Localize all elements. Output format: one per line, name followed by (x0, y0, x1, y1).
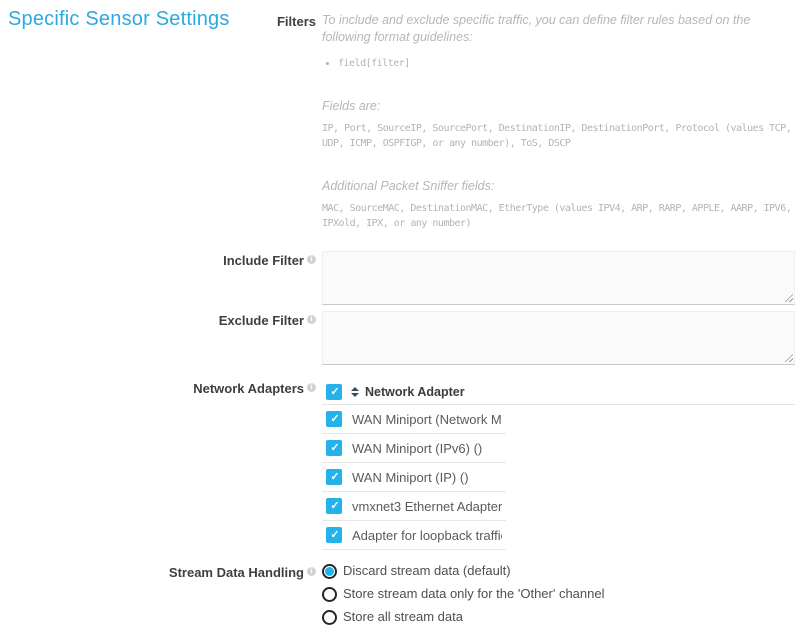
filter-format-list: field[filter] (338, 56, 795, 71)
adapter-checkbox[interactable] (326, 498, 342, 514)
fields-are-label: Fields are: (322, 98, 795, 115)
sort-down-arrow-icon (351, 393, 359, 397)
info-icon[interactable] (307, 255, 316, 264)
filters-help-block: To include and exclude specific traffic,… (322, 12, 795, 231)
adapter-column-header[interactable]: Network Adapter (365, 385, 465, 399)
adapter-table-row: WAN Miniport (Network Monito… (322, 405, 506, 434)
select-all-checkbox[interactable] (326, 384, 342, 400)
adapter-name: WAN Miniport (Network Monito… (352, 412, 502, 427)
network-adapter-table: Network Adapter WAN Miniport (Network Mo… (322, 379, 795, 550)
adapter-checkbox[interactable] (326, 469, 342, 485)
adapter-name: WAN Miniport (IP) () (352, 470, 469, 485)
radio-button-icon[interactable] (322, 587, 337, 602)
radio-store-other-channel[interactable]: Store stream data only for the 'Other' c… (322, 586, 795, 602)
stream-data-handling-label-cell: Stream Data Handling (0, 563, 316, 581)
radio-discard-stream-data[interactable]: Discard stream data (default) (322, 563, 795, 579)
filters-label: Filters (277, 14, 316, 29)
adapter-checkbox[interactable] (326, 440, 342, 456)
sensor-settings-page: Specific Sensor Settings Filters To incl… (0, 0, 802, 608)
include-filter-input[interactable] (322, 251, 795, 305)
adapter-table-row: Adapter for loopback traffic ca… (322, 521, 506, 550)
info-icon[interactable] (307, 383, 316, 392)
adapter-table-row: vmxnet3 Ethernet Adapter (fe8… (322, 492, 506, 521)
exclude-filter-field-wrap (322, 311, 795, 365)
additional-fields-list: MAC, SourceMAC, DestinationMAC, EtherTyp… (322, 201, 795, 231)
filters-row: Filters To include and exclude specific … (0, 12, 802, 231)
sort-icon[interactable] (351, 387, 359, 397)
exclude-filter-label: Exclude Filter (219, 313, 304, 328)
adapter-checkbox[interactable] (326, 527, 342, 543)
radio-option-label: Discard stream data (default) (343, 563, 511, 579)
stream-data-handling-label: Stream Data Handling (169, 565, 304, 580)
sort-up-arrow-icon (351, 387, 359, 391)
adapter-name: WAN Miniport (IPv6) () (352, 441, 482, 456)
adapter-name: vmxnet3 Ethernet Adapter (fe8… (352, 499, 502, 514)
radio-button-icon[interactable] (322, 564, 337, 579)
adapter-table-row: WAN Miniport (IP) () (322, 463, 506, 492)
settings-form: Filters To include and exclude specific … (0, 0, 802, 632)
adapter-name: Adapter for loopback traffic ca… (352, 528, 502, 543)
adapter-table-header: Network Adapter (322, 379, 795, 405)
network-adapters-row: Network Adapters Network Adapter WAN Min… (0, 379, 802, 550)
network-adapters-label: Network Adapters (193, 381, 304, 396)
exclude-filter-label-cell: Exclude Filter (0, 311, 316, 329)
radio-button-icon[interactable] (322, 610, 337, 625)
radio-option-label: Store stream data only for the 'Other' c… (343, 586, 605, 602)
additional-fields-label: Additional Packet Sniffer fields: (322, 178, 795, 195)
adapter-table-row: WAN Miniport (IPv6) () (322, 434, 506, 463)
exclude-filter-input[interactable] (322, 311, 795, 365)
include-filter-field-wrap (322, 251, 795, 305)
include-filter-label: Include Filter (223, 253, 304, 268)
fields-list: IP, Port, SourceIP, SourcePort, Destinat… (322, 121, 795, 151)
exclude-filter-row: Exclude Filter (0, 311, 802, 365)
filter-format-example: field[filter] (338, 56, 795, 71)
page-title: Specific Sensor Settings (8, 8, 230, 31)
info-icon[interactable] (307, 567, 316, 576)
stream-data-handling-row: Stream Data Handling Discard stream data… (0, 563, 802, 632)
network-adapters-label-cell: Network Adapters (0, 379, 316, 397)
filters-help-intro: To include and exclude specific traffic,… (322, 12, 795, 46)
info-icon[interactable] (307, 315, 316, 324)
adapter-checkbox[interactable] (326, 411, 342, 427)
include-filter-row: Include Filter (0, 251, 802, 305)
radio-option-label: Store all stream data (343, 609, 463, 625)
radio-store-all-stream-data[interactable]: Store all stream data (322, 609, 795, 625)
include-filter-label-cell: Include Filter (0, 251, 316, 269)
